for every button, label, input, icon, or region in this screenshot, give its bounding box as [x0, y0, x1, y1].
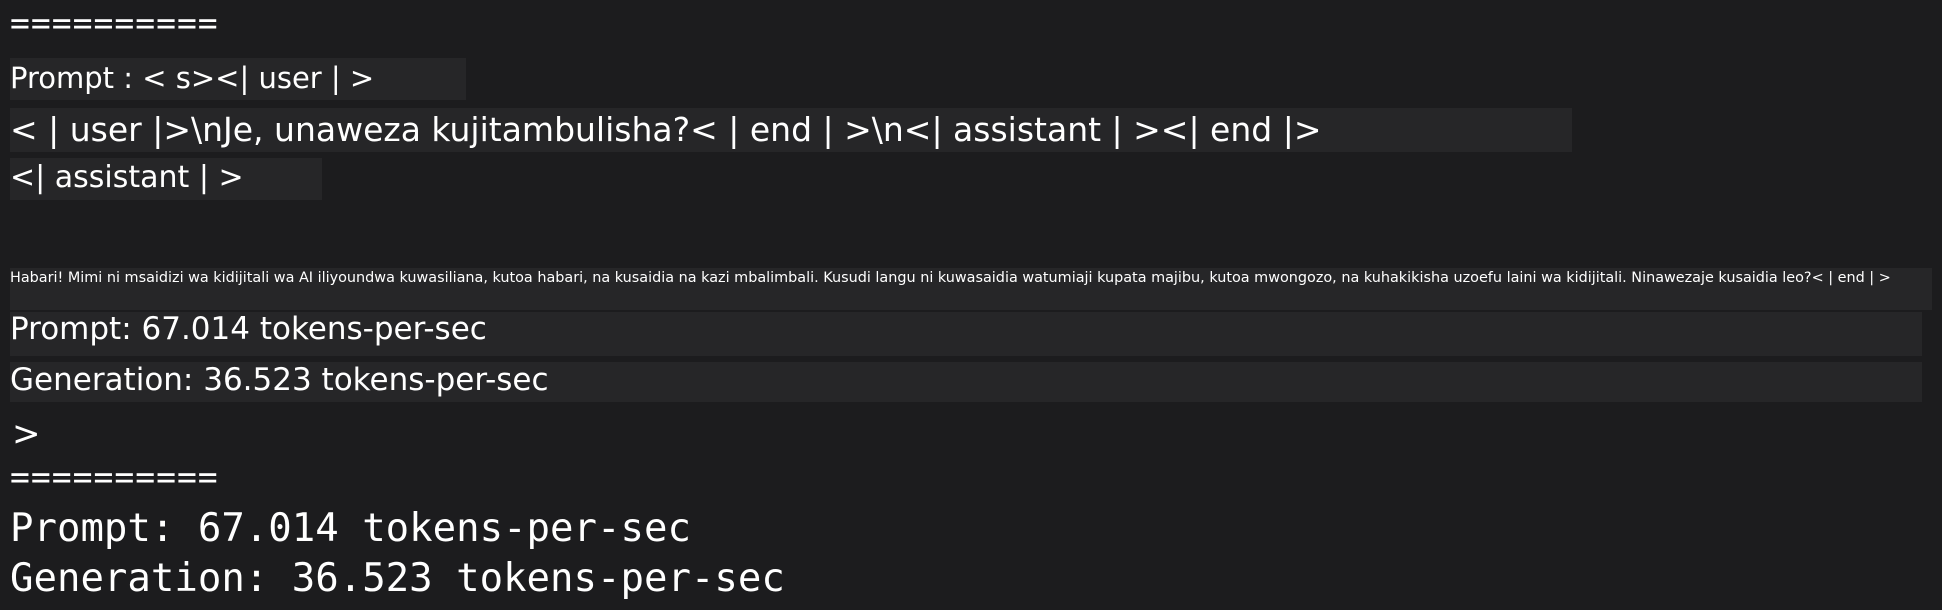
- prompt-line: Prompt : < s><| user | >: [10, 61, 375, 95]
- prompt-speed-stat: Prompt: 67.014 tokens-per-sec: [10, 311, 487, 347]
- model-response: Habari! Mimi ni msaidizi wa kidijitali w…: [10, 270, 1891, 286]
- assistant-tag-line: <| assistant | >: [10, 160, 244, 195]
- separator-line: ==========: [10, 457, 219, 496]
- separator-line: ==========: [10, 3, 219, 42]
- prompt-speed-stat-mono: Prompt: 67.014 tokens-per-sec: [10, 506, 691, 551]
- generation-speed-stat-mono: Generation: 36.523 tokens-per-sec: [10, 556, 785, 601]
- prompt-template-line: < | user |>\nJe, unaweza kujitambulisha?…: [10, 110, 1322, 149]
- generation-speed-stat: Generation: 36.523 tokens-per-sec: [10, 362, 549, 398]
- input-caret[interactable]: >: [12, 414, 41, 454]
